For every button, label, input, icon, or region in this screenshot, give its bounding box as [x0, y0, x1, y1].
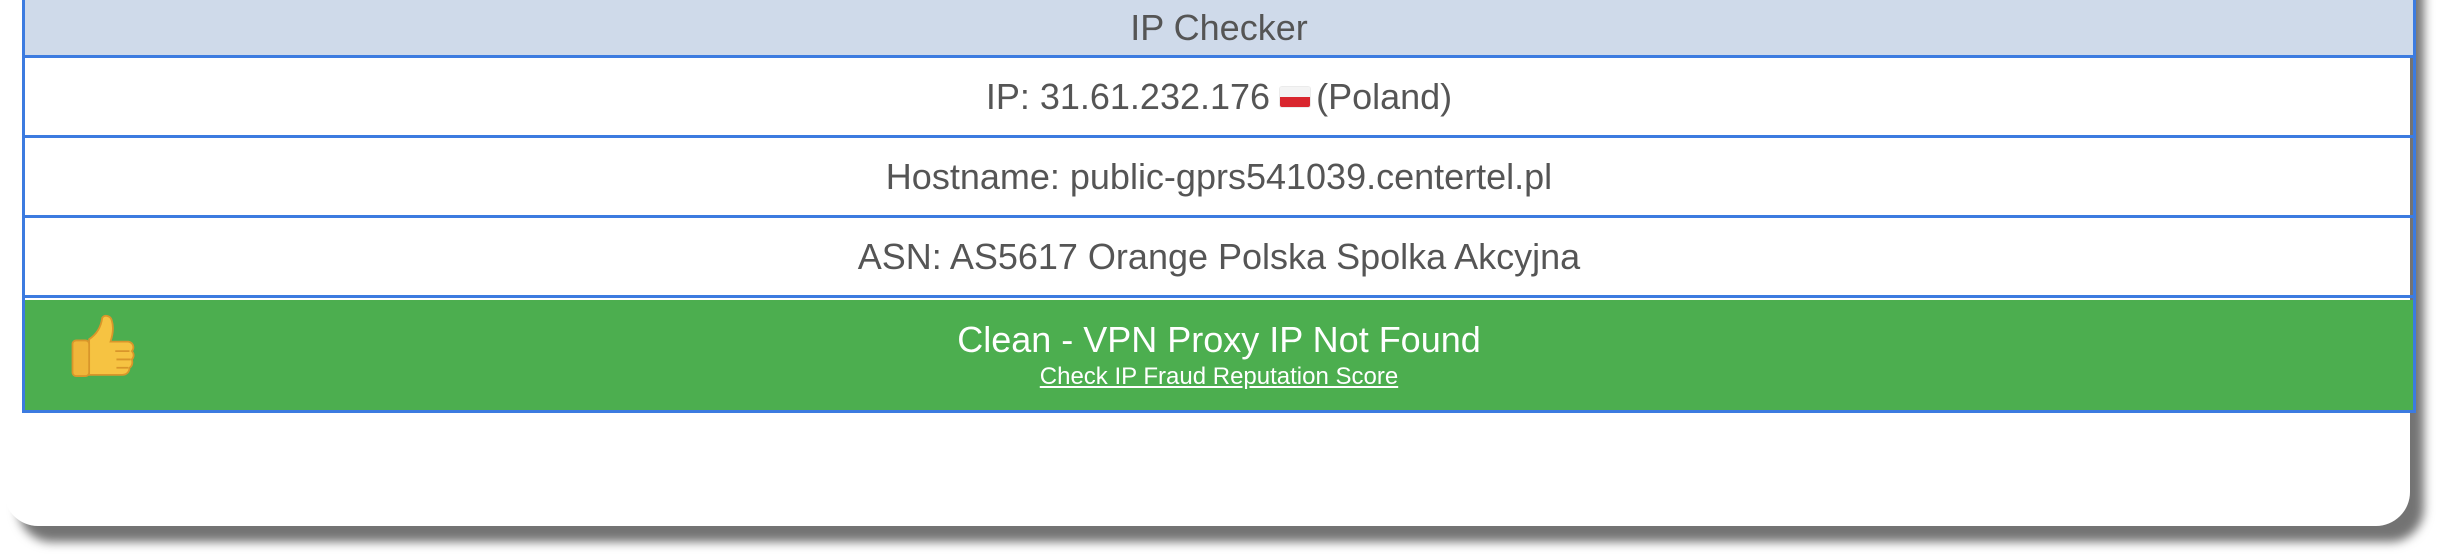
- ip-country-text: (Poland): [1316, 75, 1453, 117]
- asn-row: ASN: AS5617 Orange Polska Spolka Akcyjna: [25, 218, 2413, 298]
- hostname-text: Hostname: public-gprs541039.centertel.pl: [885, 155, 1553, 197]
- ip-checker-card: IP Checker IP: 31.61.232.176 (Poland) Ho…: [4, 0, 2416, 526]
- poland-flag-icon: [1280, 86, 1311, 107]
- page-title: IP Checker: [1130, 6, 1308, 48]
- asn-text: ASN: AS5617 Orange Polska Spolka Akcyjna: [857, 235, 1581, 277]
- status-title: Clean - VPN Proxy IP Not Found: [957, 319, 1481, 360]
- thumbs-up-icon: [71, 314, 135, 377]
- table-header: IP Checker: [25, 0, 2413, 58]
- hostname-row: Hostname: public-gprs541039.centertel.pl: [25, 138, 2413, 218]
- ip-address-text: IP: 31.61.232.176: [985, 75, 1271, 117]
- ip-checker-table: IP Checker IP: 31.61.232.176 (Poland) Ho…: [22, 0, 2416, 413]
- ip-row: IP: 31.61.232.176 (Poland): [25, 58, 2413, 138]
- status-banner: Clean - VPN Proxy IP Not Found Check IP …: [25, 300, 2413, 410]
- fraud-score-link[interactable]: Check IP Fraud Reputation Score: [1040, 362, 1398, 392]
